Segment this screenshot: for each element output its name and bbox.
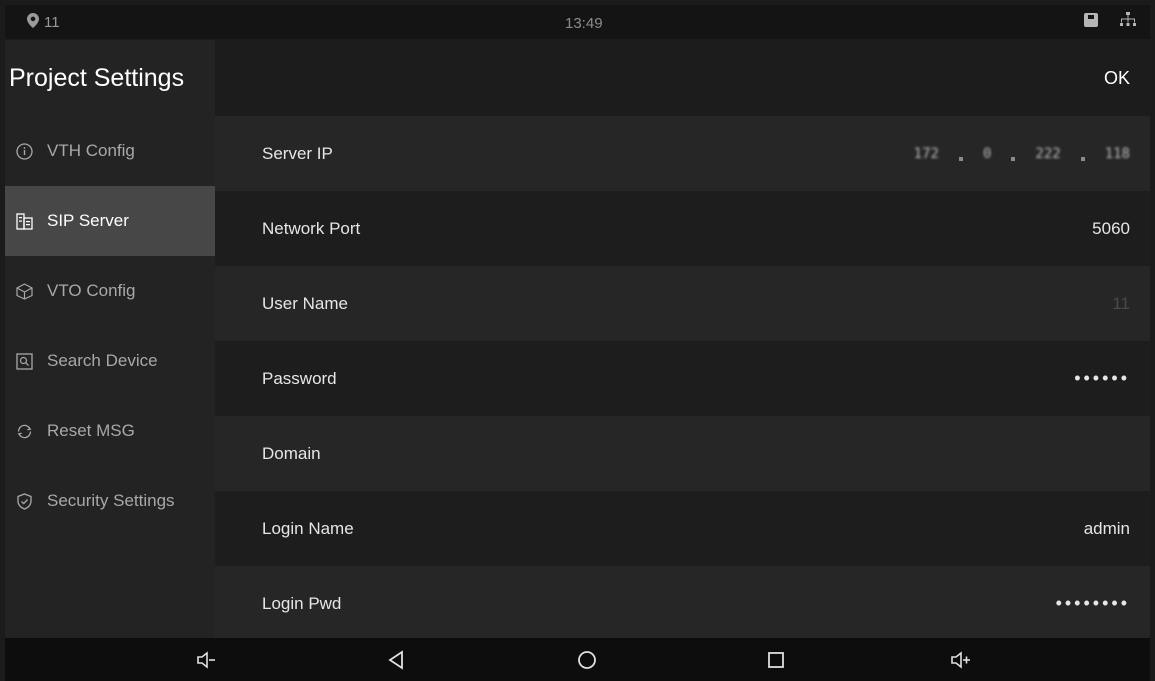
back-icon[interactable] xyxy=(385,649,407,671)
sidebar-item-label: Search Device xyxy=(47,351,158,370)
location-count: 11 xyxy=(44,14,60,31)
sidebar-item-label: VTH Config xyxy=(47,141,135,160)
server-ip-field[interactable]: 172 0 222 118 xyxy=(914,146,1130,162)
login-name-row[interactable]: Login Name admin xyxy=(215,491,1150,566)
login-pwd-row[interactable]: Login Pwd •••••••• xyxy=(215,566,1150,641)
login-pwd-field[interactable]: •••••••• xyxy=(1056,593,1130,614)
shield-check-icon xyxy=(15,492,33,510)
field-label: Login Name xyxy=(262,518,354,538)
clock: 13:49 xyxy=(565,15,603,32)
sidebar-item-label: SIP Server xyxy=(47,211,129,230)
login-name-field[interactable]: admin xyxy=(1084,519,1130,539)
ip-octet: 222 xyxy=(1035,145,1061,162)
domain-row[interactable]: Domain xyxy=(215,416,1150,491)
status-bar: 11 13:49 xyxy=(5,5,1150,39)
ip-octet: 118 xyxy=(1104,145,1130,162)
user-name-field[interactable]: 11 xyxy=(1112,294,1130,314)
sidebar-item-label: VTO Config xyxy=(47,281,136,300)
home-icon[interactable] xyxy=(576,649,598,671)
volume-down-icon[interactable] xyxy=(195,649,217,671)
sidebar-item-vth-config[interactable]: VTH Config xyxy=(5,116,215,186)
reset-icon xyxy=(15,422,33,440)
sidebar: Project Settings VTH Config SIP Server V… xyxy=(5,40,215,638)
user-name-row[interactable]: User Name 11 xyxy=(215,266,1150,341)
search-box-icon xyxy=(15,352,33,370)
ip-octet: 172 xyxy=(913,145,939,162)
field-label: Server IP xyxy=(262,143,333,163)
status-left: 11 xyxy=(27,13,60,32)
recents-icon[interactable] xyxy=(765,649,787,671)
sidebar-item-vto-config[interactable]: VTO Config xyxy=(5,256,215,326)
sidebar-item-security-settings[interactable]: Security Settings xyxy=(5,466,215,536)
cube-icon xyxy=(15,282,33,300)
volume-up-icon[interactable] xyxy=(950,649,972,671)
field-label: Network Port xyxy=(262,218,361,238)
location-pin-icon xyxy=(27,13,39,32)
settings-panel: OK Server IP 172 0 222 118 Network Port … xyxy=(215,40,1150,641)
panel-header: OK xyxy=(215,40,1150,116)
ok-button[interactable]: OK xyxy=(1104,68,1130,89)
status-right xyxy=(1084,12,1136,31)
sidebar-item-label: Security Settings xyxy=(47,491,175,510)
password-field[interactable]: •••••• xyxy=(1074,368,1130,389)
sd-card-icon xyxy=(1084,12,1098,31)
building-icon xyxy=(15,212,33,230)
page-title: Project Settings xyxy=(9,63,185,92)
field-label: Domain xyxy=(262,443,321,463)
network-port-row[interactable]: Network Port 5060 xyxy=(215,191,1150,266)
field-label: Login Pwd xyxy=(262,593,342,613)
ip-separator xyxy=(1080,156,1085,161)
server-ip-row[interactable]: Server IP 172 0 222 118 xyxy=(215,116,1150,191)
network-port-field[interactable]: 5060 xyxy=(1092,219,1130,239)
info-circle-icon xyxy=(15,142,33,160)
navigation-bar xyxy=(5,638,1150,681)
sidebar-item-sip-server[interactable]: SIP Server xyxy=(5,186,215,256)
ip-octet: 0 xyxy=(982,145,992,162)
field-label: User Name xyxy=(262,293,348,313)
sidebar-item-search-device[interactable]: Search Device xyxy=(5,326,215,396)
sidebar-item-label: Reset MSG xyxy=(47,421,135,440)
ip-separator xyxy=(958,156,963,161)
network-icon xyxy=(1120,12,1136,31)
ip-separator xyxy=(1011,156,1016,161)
sidebar-item-reset-msg[interactable]: Reset MSG xyxy=(5,396,215,466)
password-row[interactable]: Password •••••• xyxy=(215,341,1150,416)
field-label: Password xyxy=(262,368,337,388)
